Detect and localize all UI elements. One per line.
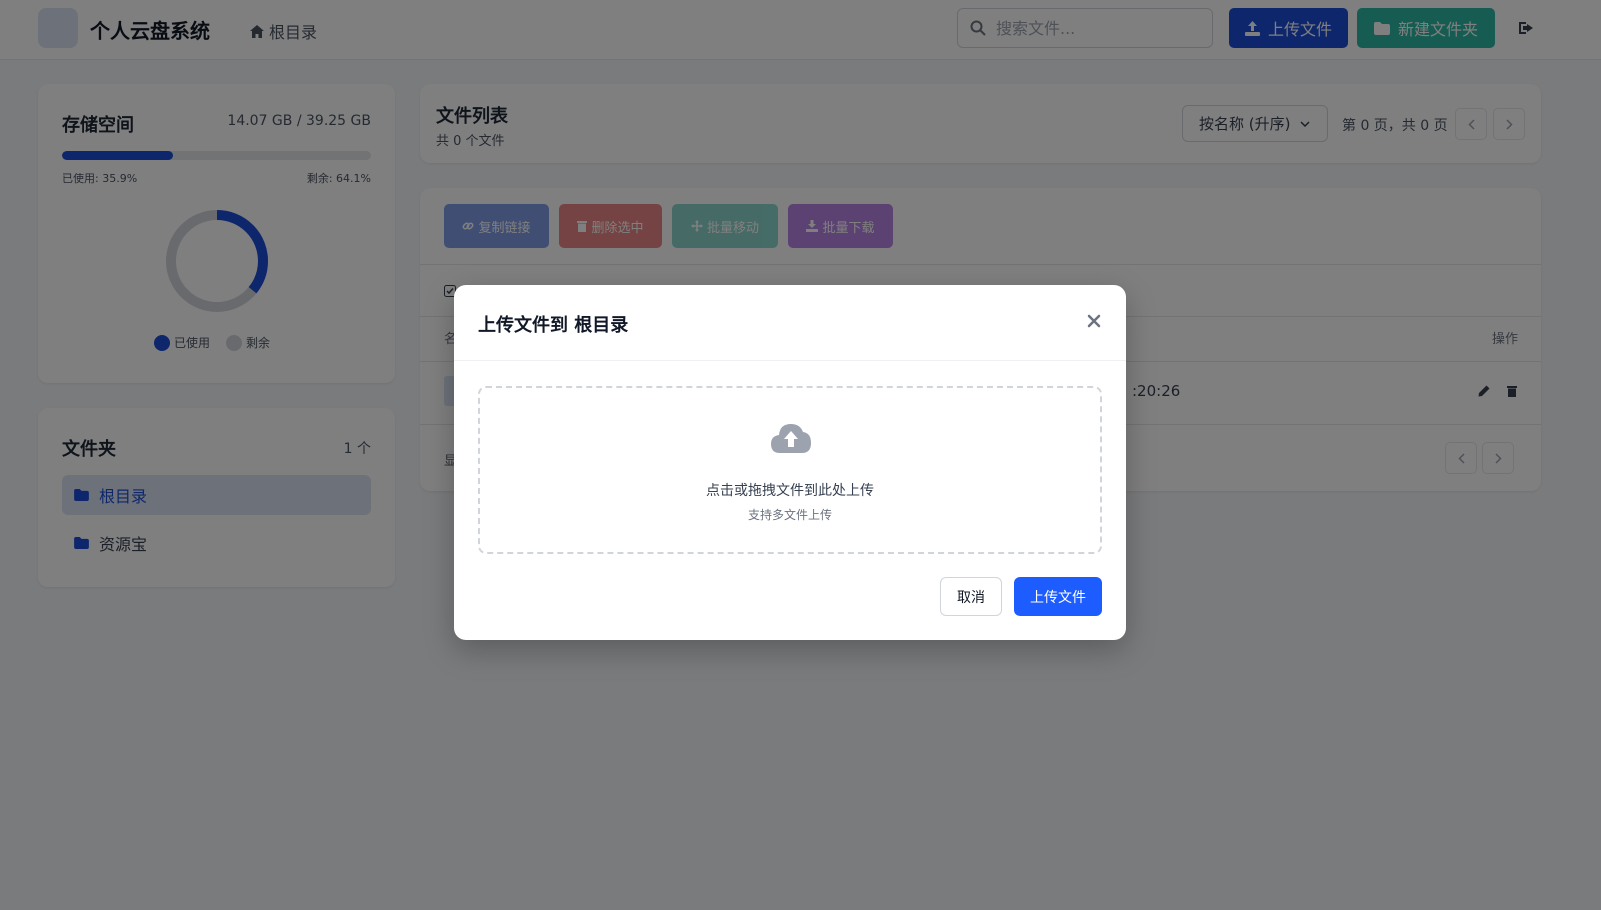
upload-dropzone[interactable]: 点击或拖拽文件到此处上传 支持多文件上传 <box>478 386 1102 554</box>
cancel-button[interactable]: 取消 <box>940 577 1002 616</box>
modal-divider <box>454 360 1126 361</box>
modal-title: 上传文件到 根目录 <box>478 315 629 336</box>
dropzone-instruction: 点击或拖拽文件到此处上传 <box>706 483 874 499</box>
cloud-upload-icon <box>771 424 811 453</box>
dropzone-hint: 支持多文件上传 <box>747 508 832 522</box>
confirm-upload-button[interactable]: 上传文件 <box>1014 577 1102 616</box>
upload-modal: 上传文件到 根目录 点击或拖拽文件到此处上传 支持多文件上传 取消 上传文件 <box>454 285 1126 640</box>
close-icon[interactable] <box>1086 313 1102 329</box>
